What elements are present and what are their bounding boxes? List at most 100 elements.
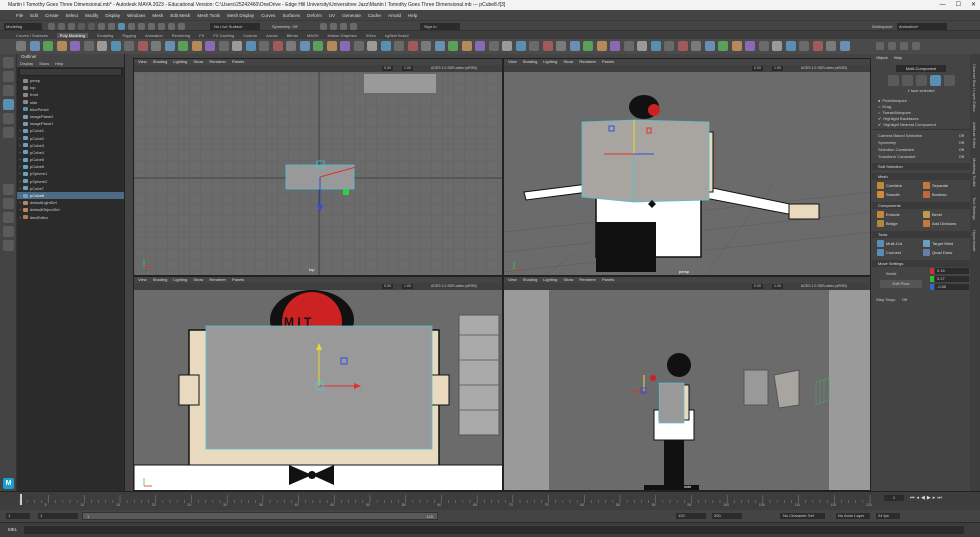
color-space-label[interactable]: ACES 1.0 SDR-video (sRGB) [429, 284, 479, 289]
boolean-button[interactable]: Boolean [921, 190, 967, 199]
step-snap-row[interactable]: Step Snap: Off [872, 297, 970, 302]
checkbox-icon[interactable]: ✔ [878, 122, 881, 127]
shelf-tool-21-icon[interactable] [286, 41, 296, 51]
outliner-item-psphere1[interactable]: + pSphere1 [17, 170, 124, 177]
extrude-button[interactable]: Extrude [875, 210, 921, 219]
go-start-icon[interactable]: ⏮ [910, 495, 915, 501]
symmetry-row[interactable]: Symmetry Off [872, 139, 970, 146]
outliner-menu-display[interactable]: Display [20, 60, 33, 67]
graph-layout-icon[interactable] [2, 226, 14, 237]
current-frame-field[interactable]: 1 [884, 495, 904, 501]
channel-box-icon[interactable] [912, 42, 920, 50]
shelf-tab-fx[interactable]: FX [199, 33, 204, 38]
shelf-tool-55-icon[interactable] [745, 41, 755, 51]
toolkit-menu-help[interactable]: Help [894, 54, 902, 61]
combine-button[interactable]: Combine [875, 181, 921, 190]
shelf-tool-38-icon[interactable] [515, 41, 526, 51]
play-forward-icon[interactable]: ▶ [927, 495, 931, 501]
outliner-item-imageplane2[interactable]: imagePlane2 [17, 113, 124, 120]
far-clip-field[interactable]: 1.00 [402, 66, 413, 71]
transform-constraint-row[interactable]: Transform Constraint Off [872, 153, 970, 160]
checkbox-icon[interactable]: ✔ [878, 116, 881, 121]
move-settings-header[interactable]: Move Settings [872, 260, 970, 267]
menu-set-dropdown[interactable]: Modeling [4, 23, 42, 30]
shelf-tool-30-icon[interactable] [407, 41, 418, 51]
side-tab-attribute-editor[interactable]: Attribute Editor [972, 122, 977, 148]
shelf-tool-6-icon[interactable] [83, 41, 94, 51]
outliner-menu-show[interactable]: Show [39, 60, 49, 67]
outliner-item-front[interactable]: front [17, 91, 124, 98]
scale-tool-icon[interactable] [2, 127, 14, 138]
command-language-label[interactable]: MEL [8, 527, 17, 532]
hypershade-layout-icon[interactable] [2, 240, 14, 251]
near-clip-field[interactable]: 0.00 [752, 66, 763, 71]
move-tool-icon[interactable] [2, 99, 14, 110]
shelf-tool-39-icon[interactable] [529, 41, 539, 51]
save-scene-icon[interactable] [68, 23, 75, 30]
outliner-item-defaultlightset[interactable]: + defaultLightSet [17, 199, 124, 206]
shelf-tab-ngskintools2[interactable]: ngSkinTools2 [385, 33, 409, 38]
hypershade-icon[interactable] [350, 23, 357, 30]
menu-uv[interactable]: UV [329, 13, 335, 18]
single-perspective-layout-icon[interactable] [2, 184, 14, 195]
shelf-tool-5-icon[interactable] [70, 41, 80, 51]
shelf-tool-40-icon[interactable] [542, 41, 553, 51]
ipr-render-icon[interactable] [330, 23, 337, 30]
outliner-item-top[interactable]: top [17, 84, 124, 91]
outliner-item-bluepencil[interactable]: bluePencil [17, 106, 124, 113]
shelf-tab-animation[interactable]: Animation [145, 33, 163, 38]
shelf-tool-19-icon[interactable] [259, 41, 269, 51]
outliner-item-pcube6[interactable]: + pCube6 [17, 163, 124, 170]
radio-icon[interactable]: ○ [878, 110, 880, 115]
outliner-item-defaultobjectset[interactable]: + defaultObjectSet [17, 206, 124, 213]
time-slider[interactable]: 5 10 15 20 25 30 35 40 45 50 55 60 65 70 75 80 85 90 95 100… [0, 491, 980, 510]
shelf-tab-motion-graphics[interactable]: Motion Graphics [328, 33, 357, 38]
tools-section-header[interactable]: Tools [872, 231, 970, 238]
play-back-icon[interactable]: ◀ [921, 495, 925, 501]
menu-cache[interactable]: Cache [368, 13, 381, 18]
animation-end-field[interactable]: 200 [712, 513, 742, 519]
shelf-tool-33-icon[interactable] [448, 41, 458, 51]
connect-button[interactable]: Connect [875, 248, 921, 257]
shelf-tool-8-icon[interactable] [110, 41, 121, 51]
render-icon[interactable] [320, 23, 327, 30]
open-scene-icon[interactable] [58, 23, 65, 30]
outliner-item-pcube3[interactable]: + pCube3 [17, 142, 124, 149]
side-tab-tool-settings[interactable]: Tool Settings [972, 197, 977, 220]
minimize-button[interactable]: — [940, 0, 946, 10]
shelf-tool-9-icon[interactable] [124, 41, 134, 51]
shelf-tool-60-icon[interactable] [812, 41, 823, 51]
radio-icon[interactable]: ○ [878, 104, 880, 109]
vertex-select-icon[interactable] [901, 75, 913, 86]
soft-selection-header[interactable]: Soft Selection [872, 163, 970, 170]
add-divisions-button[interactable]: Add Divisions [921, 219, 967, 228]
quad-draw-button[interactable]: Quad Draw [921, 248, 967, 257]
shelf-tool-48-icon[interactable] [650, 41, 661, 51]
menu-mesh-display[interactable]: Mesh Display [227, 13, 254, 18]
shelf-tool-27-icon[interactable] [367, 41, 377, 51]
move-y-field[interactable]: 5.27 [935, 276, 969, 282]
select-component-icon[interactable] [118, 23, 125, 30]
shelf-tool-10-icon[interactable] [137, 41, 148, 51]
snap-curve-icon[interactable] [168, 23, 175, 30]
snap-grid-icon[interactable] [158, 23, 165, 30]
shelf-tool-57-icon[interactable] [772, 41, 782, 51]
select-tool-icon[interactable] [2, 57, 14, 68]
range-slider[interactable]: 1 120 [82, 512, 438, 520]
uv-select-icon[interactable] [943, 75, 955, 86]
side-tab-hypershade[interactable]: Hypershade [972, 230, 977, 252]
animation-start-field[interactable]: 1 [6, 513, 30, 519]
outliner-item-timeeditor[interactable]: + timeEditor [17, 214, 124, 221]
maximize-button[interactable]: ☐ [956, 0, 961, 10]
edge-select-icon[interactable] [915, 75, 927, 86]
radio-icon[interactable]: ● [878, 98, 880, 103]
tool-settings-icon[interactable] [900, 42, 908, 50]
shelf-tool-56-icon[interactable] [758, 41, 769, 51]
shelf-tool-49-icon[interactable] [664, 41, 674, 51]
outliner-item-pcube7[interactable]: + pCube7 [17, 185, 124, 192]
viewport-front[interactable]: View Shading Lighting Show Renderer Panels 0.… [133, 276, 503, 491]
character-set-dropdown[interactable]: No Character Set [780, 513, 825, 519]
shelf-tool-58-icon[interactable] [785, 41, 796, 51]
outliner-item-pcube4[interactable]: + pCube4 [17, 149, 124, 156]
mesh-section-header[interactable]: Mesh [872, 173, 970, 180]
